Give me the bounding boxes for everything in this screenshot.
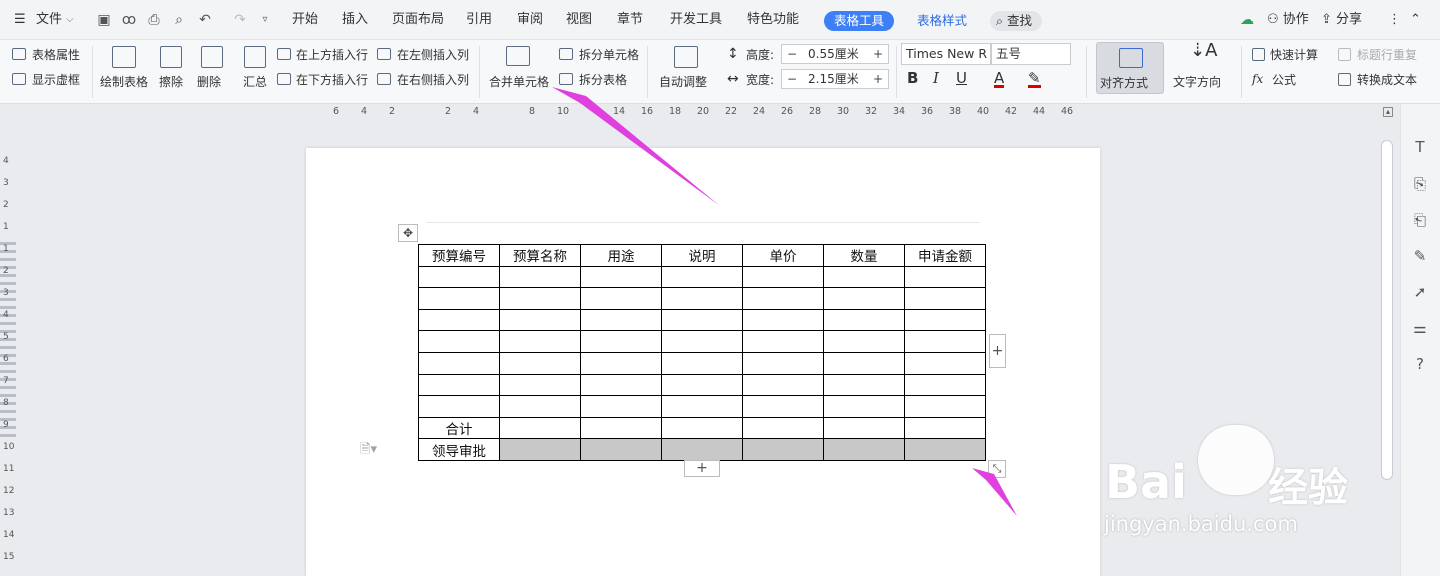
- arrow-to-resize-icon: [972, 468, 1017, 516]
- annotation-arrows: [552, 87, 1017, 516]
- arrow-to-merge-icon: [552, 87, 720, 206]
